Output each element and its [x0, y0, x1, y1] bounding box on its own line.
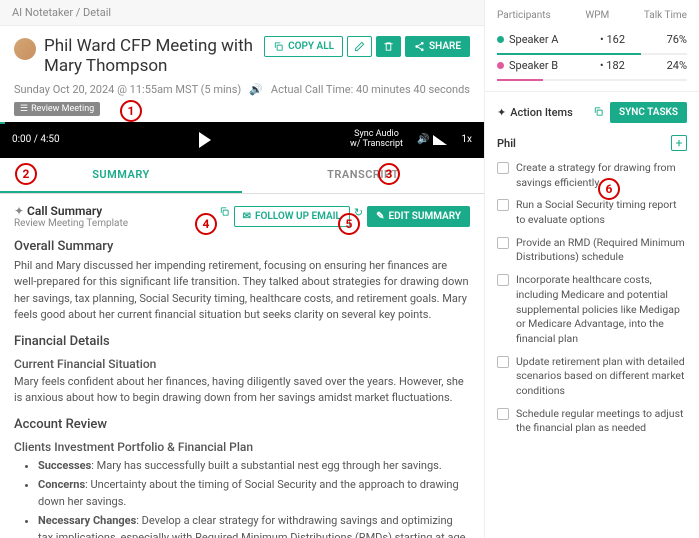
page-title: Phil Ward CFP Meeting with Mary Thompson	[44, 36, 264, 77]
task-item: Incorporate healthcare costs, including …	[497, 269, 687, 350]
add-task-button[interactable]: +	[671, 135, 687, 151]
sync-tasks-button[interactable]: SYNC TASKS	[610, 102, 687, 123]
portfolio-heading: Clients Investment Portfolio & Financial…	[14, 440, 470, 454]
overall-summary-text: Phil and Mary discussed her impending re…	[14, 258, 470, 324]
participants-title: Participants	[497, 10, 551, 21]
playback-speed[interactable]: 1x	[461, 134, 472, 145]
edit-summary-button[interactable]: ✎ EDIT SUMMARY	[367, 206, 470, 227]
play-icon[interactable]	[199, 132, 211, 148]
task-item: Create a strategy for drawing from savin…	[497, 157, 687, 194]
sync-audio-label[interactable]: Sync Audio w/ Transcript	[350, 130, 403, 150]
task-checkbox[interactable]	[497, 356, 509, 368]
task-checkbox[interactable]	[497, 162, 509, 174]
list-item: Necessary Changes: Develop a clear strat…	[38, 513, 470, 538]
list-item: Concerns: Uncertainty about the timing o…	[38, 477, 470, 510]
wpm-header: WPM	[585, 10, 609, 21]
speaker-row: Speaker B • 18224%	[497, 55, 687, 76]
list-item: Successes: Mary has successfully built a…	[38, 458, 470, 475]
volume-slider[interactable]	[433, 135, 447, 145]
audio-player[interactable]: 0:00 / 4:50 Sync Audio w/ Transcript 🔊 1…	[0, 122, 484, 158]
meeting-date: Sunday Oct 20, 2024 @ 11:55am MST (5 min…	[14, 83, 241, 96]
task-checkbox[interactable]	[497, 237, 509, 249]
task-group-name: Phil	[497, 137, 516, 150]
share-button[interactable]: SHARE	[405, 36, 470, 57]
review-meeting-badge: ☰ Review Meeting	[14, 102, 100, 116]
overall-summary-heading: Overall Summary	[14, 239, 470, 254]
tab-transcript[interactable]: TRANSCRIPT	[242, 158, 484, 193]
copy-summary-icon[interactable]	[219, 206, 230, 227]
task-item: Provide an RMD (Required Minimum Distrib…	[497, 232, 687, 269]
follow-up-email-button[interactable]: ✉ FOLLOW UP EMAIL	[234, 206, 350, 227]
refresh-icon[interactable]: ↻	[354, 206, 363, 227]
task-item: Schedule regular meetings to adjust the …	[497, 403, 687, 440]
talktime-header: Talk Time	[644, 10, 687, 21]
sound-icon[interactable]: 🔊	[249, 83, 263, 96]
delete-button[interactable]	[376, 36, 401, 57]
copy-all-button[interactable]: COPY ALL	[264, 36, 343, 57]
current-situation-heading: Current Financial Situation	[14, 357, 470, 371]
speaker-row: Speaker A • 16276%	[497, 29, 687, 50]
account-review-heading: Account Review	[14, 417, 470, 432]
copy-tasks-icon[interactable]	[593, 106, 604, 120]
actual-call-time: Actual Call Time: 40 minutes 40 seconds	[271, 83, 470, 96]
volume-icon[interactable]: 🔊	[417, 134, 429, 145]
task-checkbox[interactable]	[497, 274, 509, 286]
current-situation-text: Mary feels confident about her finances,…	[14, 374, 470, 407]
financial-details-heading: Financial Details	[14, 334, 470, 349]
action-items-title: Action Items	[510, 106, 573, 119]
task-checkbox[interactable]	[497, 408, 509, 420]
task-item: Update retirement plan with detailed sce…	[497, 351, 687, 403]
call-summary-title: Call Summary Review Meeting Template	[14, 204, 128, 229]
task-item: Run a Social Security timing report to e…	[497, 194, 687, 231]
tab-summary[interactable]: SUMMARY	[0, 158, 242, 193]
edit-button[interactable]	[347, 36, 372, 57]
breadcrumb: AI Notetaker / Detail	[0, 0, 484, 26]
player-position: 0:00 / 4:50	[12, 134, 60, 145]
avatar	[14, 38, 36, 60]
task-checkbox[interactable]	[497, 199, 509, 211]
